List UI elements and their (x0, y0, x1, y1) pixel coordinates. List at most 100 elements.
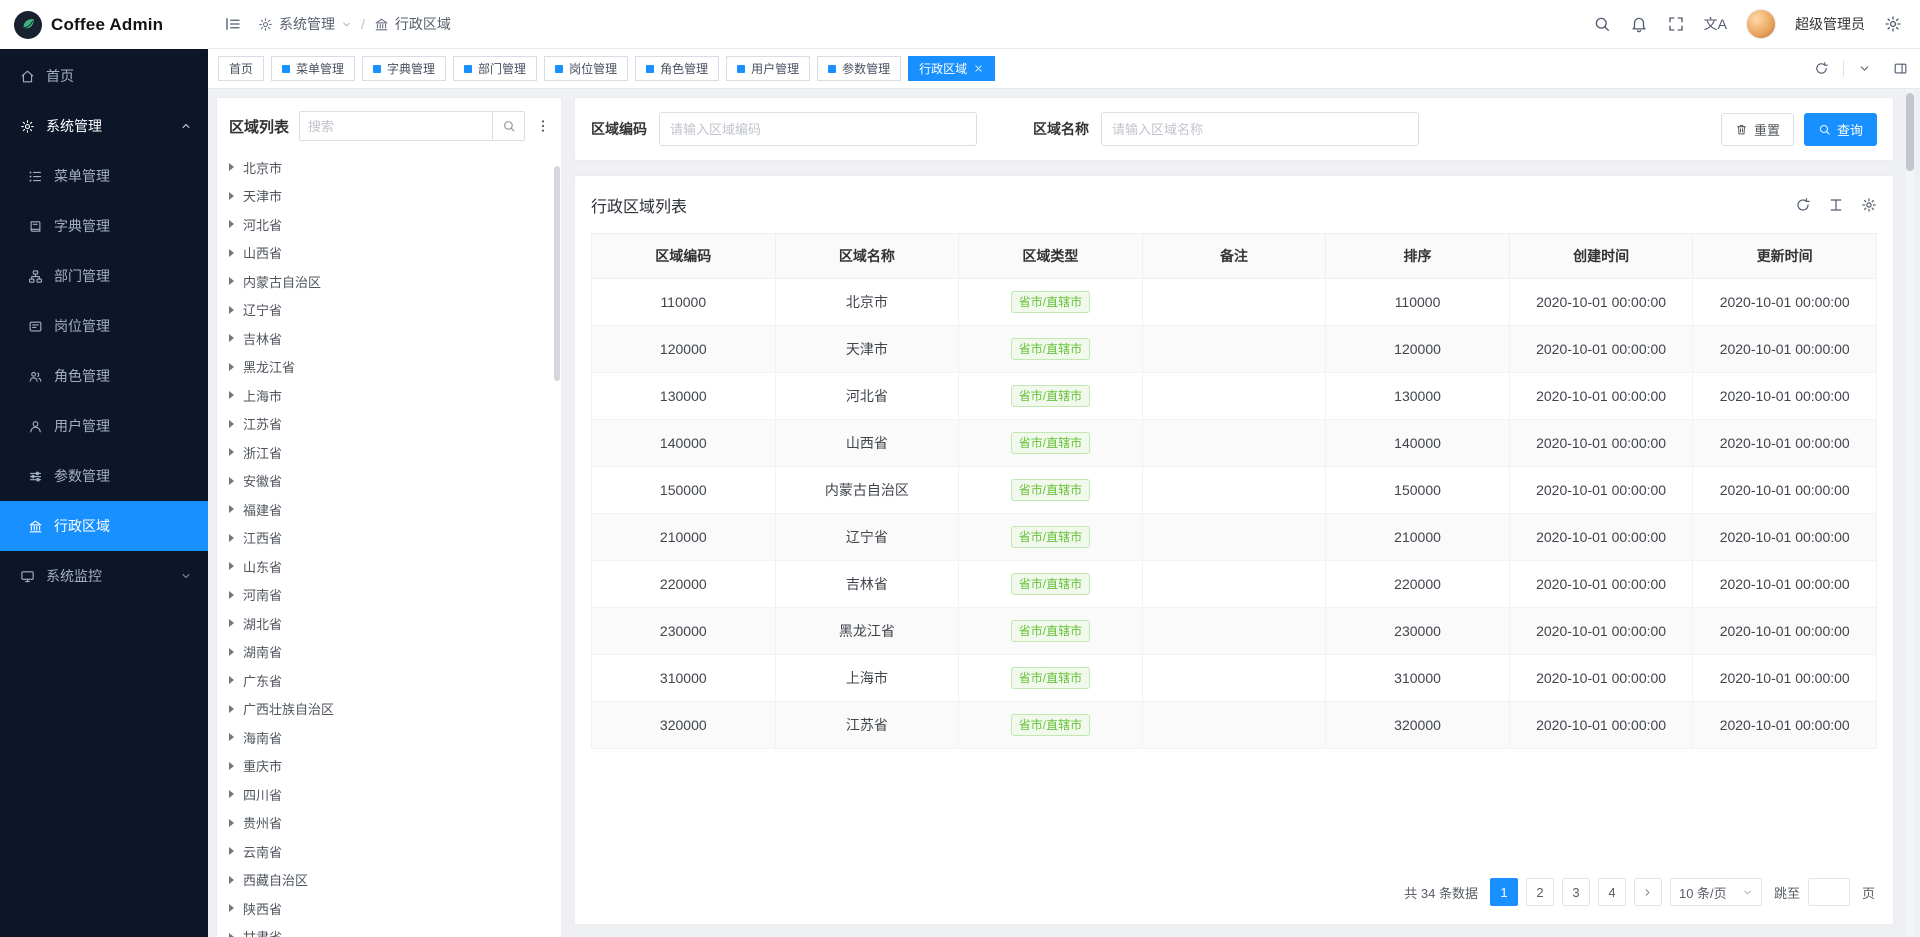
sidebar-item-admin-region[interactable]: 行政区域 (0, 501, 208, 551)
caret-right-icon[interactable] (229, 391, 234, 399)
caret-right-icon[interactable] (229, 534, 234, 542)
sidebar-item-dict-management[interactable]: 字典管理 (0, 201, 208, 251)
tree-search-button[interactable] (492, 111, 525, 141)
search-icon[interactable] (1593, 15, 1611, 33)
tree-item[interactable]: 福建省 (217, 495, 561, 524)
avatar[interactable] (1746, 9, 1776, 39)
tree-item[interactable]: 四川省 (217, 780, 561, 809)
tab-home[interactable]: 首页 (218, 56, 264, 81)
tab-param[interactable]: 参数管理 (817, 56, 901, 81)
caret-right-icon[interactable] (229, 705, 234, 713)
tree-search-input[interactable] (299, 111, 492, 141)
caret-right-icon[interactable] (229, 648, 234, 656)
table-row[interactable]: 210000辽宁省省市/直辖市2100002020-10-01 00:00:00… (592, 514, 1877, 561)
caret-right-icon[interactable] (229, 420, 234, 428)
tree-item[interactable]: 陕西省 (217, 894, 561, 923)
page-scrollbar-thumb[interactable] (1906, 93, 1914, 171)
tree-item[interactable]: 江西省 (217, 524, 561, 553)
caret-right-icon[interactable] (229, 334, 234, 342)
fullscreen-icon[interactable] (1667, 15, 1685, 33)
caret-right-icon[interactable] (229, 192, 234, 200)
caret-right-icon[interactable] (229, 249, 234, 257)
tab-dict[interactable]: 字典管理 (362, 56, 446, 81)
caret-right-icon[interactable] (229, 733, 234, 741)
tree-item[interactable]: 重庆市 (217, 752, 561, 781)
region-code-input[interactable] (659, 112, 977, 146)
collapse-sidebar-icon[interactable] (224, 15, 242, 33)
page-scrollbar[interactable] (1906, 89, 1914, 937)
tree-item[interactable]: 吉林省 (217, 324, 561, 353)
tree-item[interactable]: 天津市 (217, 182, 561, 211)
region-name-input[interactable] (1101, 112, 1419, 146)
page-size-select[interactable]: 10 条/页 (1670, 878, 1762, 906)
page-button-4[interactable]: 4 (1598, 878, 1626, 906)
tree-item[interactable]: 内蒙古自治区 (217, 267, 561, 296)
table-row[interactable]: 110000北京市省市/直辖市1100002020-10-01 00:00:00… (592, 279, 1877, 326)
tree-scrollbar-thumb[interactable] (554, 166, 560, 381)
sidebar-item-param-management[interactable]: 参数管理 (0, 451, 208, 501)
app-logo[interactable]: Coffee Admin (0, 0, 208, 49)
tree-item[interactable]: 西藏自治区 (217, 866, 561, 895)
sidebar-item-post-management[interactable]: 岗位管理 (0, 301, 208, 351)
tree-item[interactable]: 河北省 (217, 210, 561, 239)
caret-right-icon[interactable] (229, 819, 234, 827)
tree-item[interactable]: 湖南省 (217, 638, 561, 667)
refresh-icon[interactable] (1814, 61, 1829, 76)
caret-right-icon[interactable] (229, 876, 234, 884)
tree-item[interactable]: 北京市 (217, 153, 561, 182)
tab-region[interactable]: 行政区域 (908, 56, 995, 81)
layout-panel-icon[interactable] (1893, 61, 1908, 76)
caret-right-icon[interactable] (229, 591, 234, 599)
tree-item[interactable]: 上海市 (217, 381, 561, 410)
caret-right-icon[interactable] (229, 619, 234, 627)
tree-item[interactable]: 广东省 (217, 666, 561, 695)
sidebar-item-home[interactable]: 首页 (0, 51, 208, 101)
next-page-button[interactable] (1634, 878, 1662, 906)
gear-icon[interactable] (1884, 15, 1902, 33)
tree-item[interactable]: 江苏省 (217, 410, 561, 439)
tree-item[interactable]: 河南省 (217, 581, 561, 610)
more-vertical-icon[interactable] (535, 118, 551, 134)
caret-right-icon[interactable] (229, 904, 234, 912)
chevron-down-icon[interactable] (1858, 62, 1871, 75)
page-button-1[interactable]: 1 (1490, 878, 1518, 906)
tab-menu[interactable]: 菜单管理 (271, 56, 355, 81)
caret-right-icon[interactable] (229, 790, 234, 798)
breadcrumb-item-system[interactable]: 系统管理 (258, 14, 352, 34)
tab-dept[interactable]: 部门管理 (453, 56, 537, 81)
tree-item[interactable]: 山东省 (217, 552, 561, 581)
tree-item[interactable]: 浙江省 (217, 438, 561, 467)
page-button-3[interactable]: 3 (1562, 878, 1590, 906)
table-row[interactable]: 130000河北省省市/直辖市1300002020-10-01 00:00:00… (592, 373, 1877, 420)
gear-icon[interactable] (1861, 197, 1877, 213)
translate-icon[interactable]: 文A (1704, 14, 1727, 34)
caret-right-icon[interactable] (229, 933, 234, 937)
table-row[interactable]: 120000天津市省市/直辖市1200002020-10-01 00:00:00… (592, 326, 1877, 373)
tree-item[interactable]: 安徽省 (217, 467, 561, 496)
sidebar-group-system-monitor[interactable]: 系统监控 (0, 551, 208, 601)
caret-right-icon[interactable] (229, 847, 234, 855)
row-height-icon[interactable] (1828, 197, 1844, 213)
tab-role[interactable]: 角色管理 (635, 56, 719, 81)
caret-right-icon[interactable] (229, 676, 234, 684)
caret-right-icon[interactable] (229, 448, 234, 456)
sidebar-item-role-management[interactable]: 角色管理 (0, 351, 208, 401)
caret-right-icon[interactable] (229, 762, 234, 770)
user-name[interactable]: 超级管理员 (1795, 14, 1865, 34)
caret-right-icon[interactable] (229, 363, 234, 371)
tree-item[interactable]: 黑龙江省 (217, 353, 561, 382)
tree-item[interactable]: 海南省 (217, 723, 561, 752)
caret-right-icon[interactable] (229, 477, 234, 485)
tab-post[interactable]: 岗位管理 (544, 56, 628, 81)
sidebar-group-system-management[interactable]: 系统管理 (0, 101, 208, 151)
tree-item[interactable]: 山西省 (217, 239, 561, 268)
tree-item[interactable]: 广西壮族自治区 (217, 695, 561, 724)
bell-icon[interactable] (1630, 15, 1648, 33)
tree-item[interactable]: 辽宁省 (217, 296, 561, 325)
search-button[interactable]: 查询 (1804, 113, 1877, 146)
caret-right-icon[interactable] (229, 505, 234, 513)
caret-right-icon[interactable] (229, 220, 234, 228)
sidebar-item-dept-management[interactable]: 部门管理 (0, 251, 208, 301)
caret-right-icon[interactable] (229, 306, 234, 314)
page-jump-input[interactable] (1808, 878, 1850, 906)
